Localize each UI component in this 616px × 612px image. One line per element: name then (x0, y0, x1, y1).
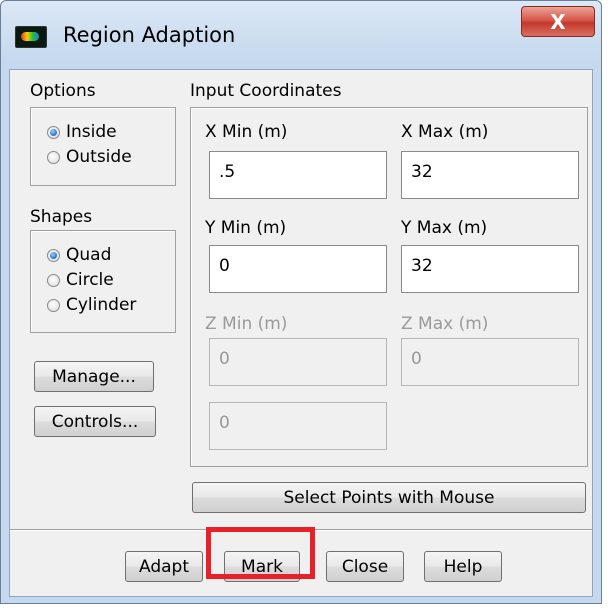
shapes-group: Quad Circle Cylinder (30, 230, 176, 333)
region-adaption-dialog: Region Adaption X Options Inside Outside… (0, 0, 602, 604)
radio-quad[interactable]: Quad (47, 245, 111, 265)
input-coordinates-group: X Min (m) X Max (m) .5 32 Y Min (m) Y Ma… (190, 107, 588, 467)
radio-outside[interactable]: Outside (47, 147, 132, 167)
manage-button[interactable]: Manage... (34, 361, 154, 392)
dialog-body: Options Inside Outside Shapes Quad Circl… (9, 69, 593, 597)
radio-circle-label: Circle (66, 270, 114, 290)
radio-selected-icon (47, 125, 60, 139)
adapt-button[interactable]: Adapt (125, 551, 203, 582)
title-bar[interactable]: Region Adaption X (1, 1, 601, 69)
controls-button[interactable]: Controls... (34, 406, 156, 437)
x-min-input[interactable]: .5 (209, 151, 387, 199)
x-max-label: X Max (m) (401, 122, 489, 142)
x-min-label: X Min (m) (205, 122, 288, 142)
x-max-input[interactable]: 32 (401, 151, 579, 199)
window-title: Region Adaption (63, 23, 236, 47)
radio-outside-label: Outside (66, 147, 132, 167)
radio-cylinder[interactable]: Cylinder (47, 295, 136, 315)
radio-unselected-icon (47, 298, 60, 312)
radius-input[interactable]: 0 (209, 402, 387, 450)
shapes-label: Shapes (30, 207, 93, 227)
fluent-app-icon (15, 26, 47, 48)
options-label: Options (30, 81, 96, 101)
input-coordinates-label: Input Coordinates (190, 81, 342, 101)
y-max-input[interactable]: 32 (401, 245, 579, 293)
y-max-label: Y Max (m) (401, 218, 488, 238)
y-min-label: Y Min (m) (205, 218, 287, 238)
radio-circle[interactable]: Circle (47, 270, 114, 290)
radio-quad-label: Quad (66, 245, 112, 265)
close-icon: X (550, 9, 566, 34)
radio-inside-label: Inside (66, 122, 117, 142)
close-window-button[interactable]: X (521, 6, 595, 37)
footer-separator (10, 529, 592, 531)
help-button[interactable]: Help (424, 551, 502, 582)
close-button[interactable]: Close (326, 551, 404, 582)
radio-unselected-icon (47, 273, 60, 287)
radio-inside[interactable]: Inside (47, 122, 117, 142)
select-points-with-mouse-button[interactable]: Select Points with Mouse (192, 482, 586, 513)
z-max-label: Z Max (m) (401, 314, 489, 334)
y-min-input[interactable]: 0 (209, 245, 387, 293)
mark-button[interactable]: Mark (224, 551, 300, 582)
radio-cylinder-label: Cylinder (66, 295, 137, 315)
radio-selected-icon (47, 248, 60, 262)
z-max-input[interactable]: 0 (401, 338, 579, 386)
options-group: Inside Outside (30, 107, 176, 186)
z-min-input[interactable]: 0 (209, 338, 387, 386)
z-min-label: Z Min (m) (205, 314, 288, 334)
radio-unselected-icon (47, 150, 60, 164)
